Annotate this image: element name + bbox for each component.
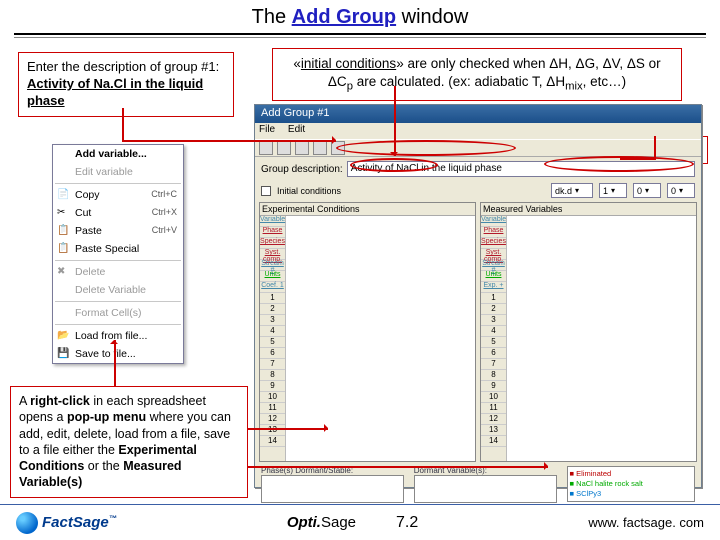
arrow-line (394, 86, 396, 156)
dormant-box[interactable] (414, 475, 557, 503)
toolbar-button[interactable] (313, 141, 327, 155)
menu-item: ✖Delete (53, 263, 183, 281)
cells-left[interactable] (286, 216, 475, 461)
menu-item: Edit variable (53, 163, 183, 181)
title-rule-1 (14, 33, 706, 35)
title-rule-2 (14, 37, 706, 38)
unit-dropdown-4[interactable]: 0 (667, 183, 695, 198)
slide-footer: FactSage™ Opti.Sage 7.2 www. factsage. c… (0, 504, 720, 540)
row-headers-right: VariablePhaseSpeciesSyst. comp.Stream #U… (481, 216, 507, 461)
controls-row: Initial conditions dk.d 1 0 0 (255, 181, 701, 202)
toolbar-button[interactable] (295, 141, 309, 155)
arrow-line (654, 136, 656, 158)
callout-description: Enter the description of group #1: Activ… (18, 52, 234, 117)
menu-item[interactable]: 📄CopyCtrl+C (53, 186, 183, 204)
menu-item[interactable]: 📋PasteCtrl+V (53, 222, 183, 240)
arrow-line (114, 340, 116, 386)
phases-box[interactable] (261, 475, 404, 503)
menu-edit[interactable]: Edit (288, 124, 305, 135)
factsage-logo: FactSage™ (16, 512, 117, 534)
menu-item[interactable]: 💾Save to file... (53, 345, 183, 363)
menu-item[interactable]: Add variable... (53, 145, 183, 163)
arrowhead-icon (544, 462, 552, 470)
menu-item[interactable]: 📂Load from file... (53, 327, 183, 345)
menu-item: Delete Variable (53, 281, 183, 299)
menu-icon: 📋 (57, 225, 69, 237)
initial-conditions-label: Initial conditions (277, 186, 341, 196)
context-menu[interactable]: Add variable...Edit variable📄CopyCtrl+C✂… (52, 144, 184, 364)
menu-item[interactable]: 📋Paste Special (53, 240, 183, 258)
menu-icon: ✂ (57, 207, 69, 219)
highlight-oval-units (544, 156, 694, 172)
menu-icon: 📄 (57, 189, 69, 201)
menu-icon: ✖ (57, 266, 69, 278)
menu-icon: 💾 (57, 348, 69, 360)
arrow-line (248, 466, 548, 468)
toolbar-button[interactable] (259, 141, 273, 155)
callout-initial-conditions: «initial conditions» are only checked wh… (272, 48, 682, 101)
pane-label-left: Experimental Conditions (260, 203, 475, 216)
spreadsheet-panes: Experimental Conditions VariablePhaseSpe… (255, 202, 701, 462)
arrow-line (248, 428, 328, 430)
menu-icon: 📋 (57, 243, 69, 255)
arrow-line (620, 158, 656, 160)
callout-rightclick: A right-click in each spreadsheet opens … (10, 386, 248, 498)
cells-right[interactable] (507, 216, 696, 461)
arrowhead-icon (110, 336, 118, 344)
unit-dropdown-1[interactable]: dk.d (551, 183, 593, 198)
highlight-oval-initcond (350, 158, 438, 172)
footer-url: www. factsage. com (588, 515, 704, 530)
window-menubar[interactable]: File Edit (255, 123, 701, 139)
menu-file[interactable]: File (259, 124, 275, 135)
version-number: 7.2 (396, 514, 418, 532)
menu-icon: 📂 (57, 330, 69, 342)
unit-dropdown-3[interactable]: 0 (633, 183, 661, 198)
description-label: Group description: (261, 164, 343, 175)
arrow-line (122, 140, 336, 142)
arrowhead-icon (390, 152, 398, 160)
window-titlebar[interactable]: Add Group #1 (255, 105, 701, 123)
arrowhead-icon (332, 136, 340, 144)
slide-title: The Add Group window (0, 0, 720, 33)
row-headers-left: VariablePhaseSpeciesSyst. comp.Stream #U… (260, 216, 286, 461)
product-name: Opti.Sage (287, 514, 356, 531)
unit-dropdown-2[interactable]: 1 (599, 183, 627, 198)
legend-box: ■ Eliminated ■ NaCl halite rock salt ■ S… (567, 466, 695, 502)
window-bottom: Phase(s) Dormant/Stable: Dormant Variabl… (255, 462, 701, 508)
logo-ball-icon (16, 512, 38, 534)
toolbar-button[interactable] (277, 141, 291, 155)
pane-experimental-conditions[interactable]: Experimental Conditions VariablePhaseSpe… (259, 202, 476, 462)
pane-measured-variables[interactable]: Measured Variables VariablePhaseSpeciesS… (480, 202, 697, 462)
menu-item[interactable]: ✂CutCtrl+X (53, 204, 183, 222)
initial-conditions-checkbox[interactable] (261, 186, 271, 196)
pane-label-right: Measured Variables (481, 203, 696, 216)
menu-item: Format Cell(s) (53, 304, 183, 322)
highlight-oval-description (336, 140, 516, 156)
arrow-line (122, 108, 124, 142)
arrowhead-icon (324, 424, 332, 432)
